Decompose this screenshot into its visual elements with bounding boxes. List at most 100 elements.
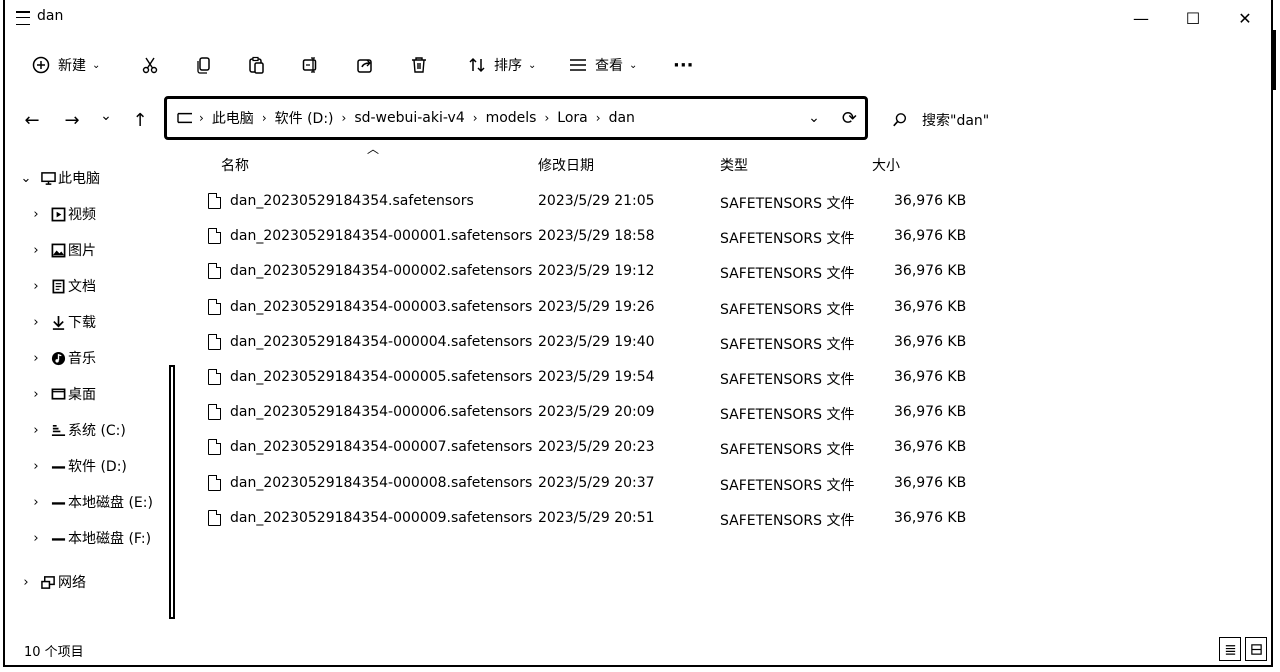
file-row[interactable]: dan_20230529184354-000006.safetensors 202… (208, 398, 968, 428)
chevron-right-icon[interactable]: › (28, 315, 44, 330)
sidebar-item-videos[interactable]: › 视频 (28, 202, 96, 226)
file-row[interactable]: dan_20230529184354-000004.safetensors 202… (208, 328, 968, 358)
rename-button[interactable] (300, 50, 322, 80)
search-input[interactable]: 搜索"dan" (922, 110, 989, 130)
file-modified: 2023/5/29 20:37 (538, 474, 655, 491)
up-button[interactable]: ↑ (128, 108, 152, 132)
chevron-right-icon[interactable]: › (28, 243, 44, 258)
view-lines-icon (567, 54, 589, 76)
file-modified: 2023/5/29 19:40 (538, 333, 655, 350)
search-icon (892, 112, 908, 128)
forward-button[interactable]: → (60, 108, 84, 132)
chevron-down-icon[interactable]: ⌄ (808, 110, 820, 126)
column-header-name[interactable]: 名称 (221, 155, 249, 175)
drive-icon (50, 494, 66, 510)
file-icon (208, 404, 221, 421)
file-type: SAFETENSORS 文件 (720, 231, 855, 248)
file-type: SAFETENSORS 文件 (720, 372, 855, 388)
minimize-button[interactable]: — (1118, 4, 1164, 32)
chevron-right-icon[interactable]: › (28, 351, 44, 366)
file-type: SAFETENSORS 文件 (720, 196, 855, 212)
file-row[interactable]: dan_20230529184354.safetensors 2023/5/29 … (208, 187, 968, 217)
copy-button[interactable] (193, 50, 215, 80)
chevron-right-icon[interactable]: › (28, 495, 44, 510)
search-box[interactable]: 搜索"dan" (892, 110, 989, 130)
file-modified: 2023/5/29 19:54 (538, 369, 655, 385)
chevron-right-icon[interactable]: › (18, 575, 34, 590)
file-modified: 2023/5/29 18:58 (538, 228, 655, 245)
file-modified: 2023/5/29 19:12 (538, 263, 655, 280)
breadcrumb-separator: › (595, 111, 601, 125)
sidebar-item-network[interactable]: › 网络 (18, 570, 86, 594)
file-row[interactable]: dan_20230529184354-000005.safetensors 202… (208, 363, 968, 393)
file-name: dan_20230529184354-000004.safetensors (230, 333, 533, 350)
drive-icon (50, 530, 66, 546)
file-row[interactable]: dan_20230529184354-000002.safetensors 202… (208, 257, 968, 287)
sidebar-item-drive-f[interactable]: › 本地磁盘 (F:) (28, 526, 151, 550)
new-button[interactable]: 新建 ⌄ (30, 50, 100, 80)
file-icon (208, 333, 221, 350)
breadcrumb-lora[interactable]: Lora (557, 110, 587, 126)
chevron-right-icon[interactable]: › (28, 423, 44, 438)
breadcrumb-models[interactable]: models (486, 110, 537, 126)
chevron-down-icon[interactable]: ⌄ (18, 171, 34, 186)
trash-icon (408, 54, 430, 76)
cut-button[interactable] (139, 50, 161, 80)
file-row[interactable]: dan_20230529184354-000009.safetensors 202… (208, 504, 968, 534)
sidebar-item-this-pc[interactable]: ⌄ 此电脑 (18, 166, 100, 190)
sidebar-item-music[interactable]: › 音乐 (28, 346, 96, 370)
breadcrumb-drive-d[interactable]: 软件 (D:) (275, 108, 334, 128)
file-modified: 2023/5/29 21:05 (538, 193, 655, 209)
item-count: 10 个项目 (24, 645, 84, 660)
paste-button[interactable] (246, 50, 268, 80)
more-button[interactable]: ··· (673, 50, 694, 80)
music-icon (50, 350, 66, 366)
file-icon (208, 369, 221, 385)
breadcrumb-dan[interactable]: dan (609, 110, 635, 126)
file-row[interactable]: dan_20230529184354-000007.safetensors 202… (208, 433, 968, 463)
sidebar-item-downloads[interactable]: › 下载 (28, 310, 96, 334)
sidebar-item-drive-d[interactable]: › 软件 (D:) (28, 454, 127, 478)
chevron-right-icon[interactable]: › (28, 387, 44, 402)
close-button[interactable]: ✕ (1222, 4, 1268, 32)
breadcrumb-this-pc[interactable]: 此电脑 (212, 108, 254, 128)
details-view-button[interactable] (1219, 637, 1241, 661)
view-button[interactable]: 查看 ⌄ (567, 50, 637, 80)
chevron-right-icon[interactable]: › (28, 459, 44, 474)
breadcrumb-sd-webui[interactable]: sd-webui-aki-v4 (354, 110, 464, 126)
chevron-right-icon[interactable]: › (28, 207, 44, 222)
file-row[interactable]: dan_20230529184354-000001.safetensors 202… (208, 222, 968, 252)
share-button[interactable] (354, 50, 376, 80)
column-header-modified[interactable]: 修改日期 (538, 155, 594, 175)
sidebar-item-label: 软件 (D:) (68, 459, 127, 475)
chevron-right-icon[interactable]: › (28, 279, 44, 294)
sort-button[interactable]: 排序 ⌄ (466, 50, 536, 80)
folder-icon (16, 11, 30, 25)
sidebar-item-desktop[interactable]: › 桌面 (28, 382, 96, 406)
file-size: 36,976 KB (894, 263, 967, 280)
new-label: 新建 (58, 58, 86, 74)
file-icon (208, 474, 221, 491)
file-row[interactable]: dan_20230529184354-000003.safetensors 202… (208, 293, 968, 323)
sidebar-item-documents[interactable]: › 文档 (28, 274, 96, 298)
back-button[interactable]: ← (20, 108, 44, 132)
sidebar-item-pictures[interactable]: › 图片 (28, 238, 96, 262)
file-row[interactable]: dan_20230529184354-000008.safetensors 202… (208, 469, 968, 499)
column-header-type[interactable]: 类型 (720, 155, 748, 175)
sidebar-item-drive-e[interactable]: › 本地磁盘 (E:) (28, 490, 153, 514)
address-bar[interactable]: › 此电脑 › 软件 (D:) › sd-webui-aki-v4 › mode… (164, 96, 868, 140)
tiles-view-button[interactable] (1245, 637, 1267, 661)
sidebar-item-drive-c[interactable]: › 系统 (C:) (28, 418, 125, 442)
chevron-right-icon[interactable]: › (28, 531, 44, 546)
delete-button[interactable] (408, 50, 430, 80)
video-icon (50, 206, 66, 222)
file-name: dan_20230529184354-000001.safetensors (230, 228, 533, 245)
refresh-icon[interactable]: ⟳ (842, 108, 857, 129)
pc-icon (175, 110, 195, 126)
file-size: 36,976 KB (894, 404, 967, 421)
maximize-button[interactable]: ☐ (1170, 4, 1216, 32)
sidebar-scrollbar[interactable] (169, 365, 175, 619)
recent-locations-button[interactable]: ⌄ (94, 104, 118, 128)
sidebar-item-label: 文档 (68, 279, 96, 295)
column-header-size[interactable]: 大小 (872, 155, 900, 175)
